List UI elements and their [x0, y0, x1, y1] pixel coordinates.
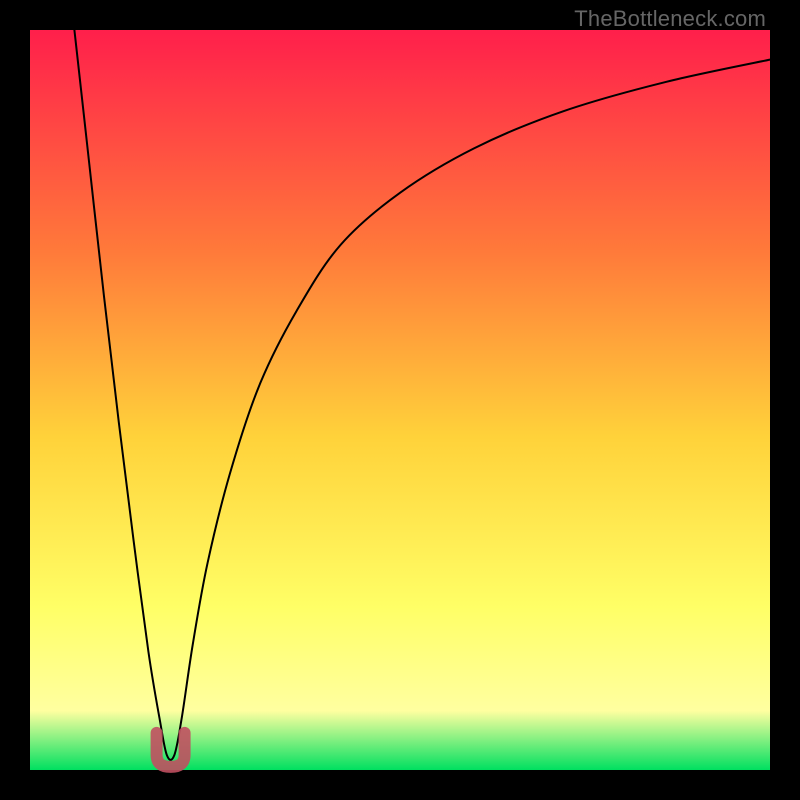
chart-svg — [30, 30, 770, 770]
minimum-u-marker — [157, 733, 185, 767]
bottleneck-curve — [74, 30, 770, 760]
watermark-text: TheBottleneck.com — [574, 6, 766, 32]
